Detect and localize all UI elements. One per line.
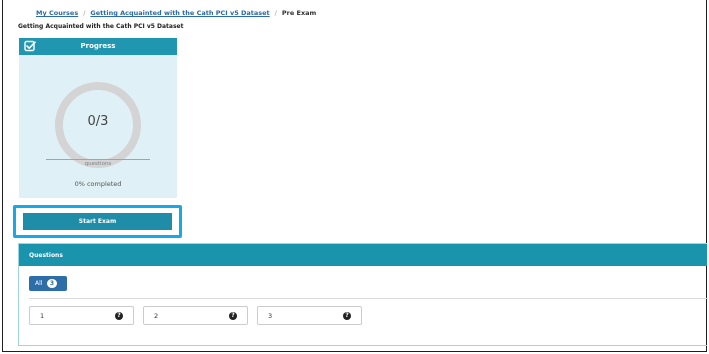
progress-completed-label: 0% completed: [74, 180, 122, 188]
progress-title: Progress: [80, 42, 116, 50]
breadcrumb: My Courses / Getting Acquainted with the C…: [36, 9, 316, 17]
breadcrumb-separator: /: [274, 9, 277, 17]
question-number: 1: [40, 312, 45, 320]
progress-divider: [46, 159, 150, 160]
questions-title: Questions: [29, 252, 63, 259]
breadcrumb-current: Pre Exam: [281, 9, 317, 17]
progress-header: Progress: [19, 38, 177, 55]
question-item-3[interactable]: 3 ?: [257, 306, 362, 325]
question-item-2[interactable]: 2 ?: [143, 306, 248, 325]
question-item-1[interactable]: 1 ?: [29, 306, 134, 325]
question-circle-icon: ?: [115, 312, 123, 320]
progress-questions-label: questions: [84, 161, 112, 167]
breadcrumb-link-course[interactable]: Getting Acquainted with the Cath PCI v5 …: [90, 9, 269, 17]
progress-card: Progress 0/3 questions 0% completed: [19, 38, 177, 198]
question-number: 3: [268, 312, 273, 320]
progress-count: 0/3: [87, 114, 109, 129]
question-circle-icon: ?: [229, 312, 237, 320]
breadcrumb-separator: /: [83, 9, 86, 17]
filter-all-button[interactable]: All 3: [29, 276, 67, 291]
questions-panel: Questions All 3 1 ? 2 ? 3 ?: [18, 243, 708, 346]
question-number: 2: [154, 312, 159, 320]
filter-all-count-badge: 3: [47, 279, 57, 288]
question-circle-icon: ?: [343, 312, 351, 320]
start-exam-button[interactable]: Start Exam: [23, 213, 172, 230]
questions-divider: [29, 298, 708, 299]
questions-header: Questions: [19, 244, 707, 266]
progress-ring: 0/3: [51, 78, 145, 172]
breadcrumb-link-my-courses[interactable]: My Courses: [36, 9, 78, 17]
course-title: Getting Acquainted with the Cath PCI v5 …: [18, 23, 184, 30]
filter-all-label: All: [35, 280, 43, 287]
